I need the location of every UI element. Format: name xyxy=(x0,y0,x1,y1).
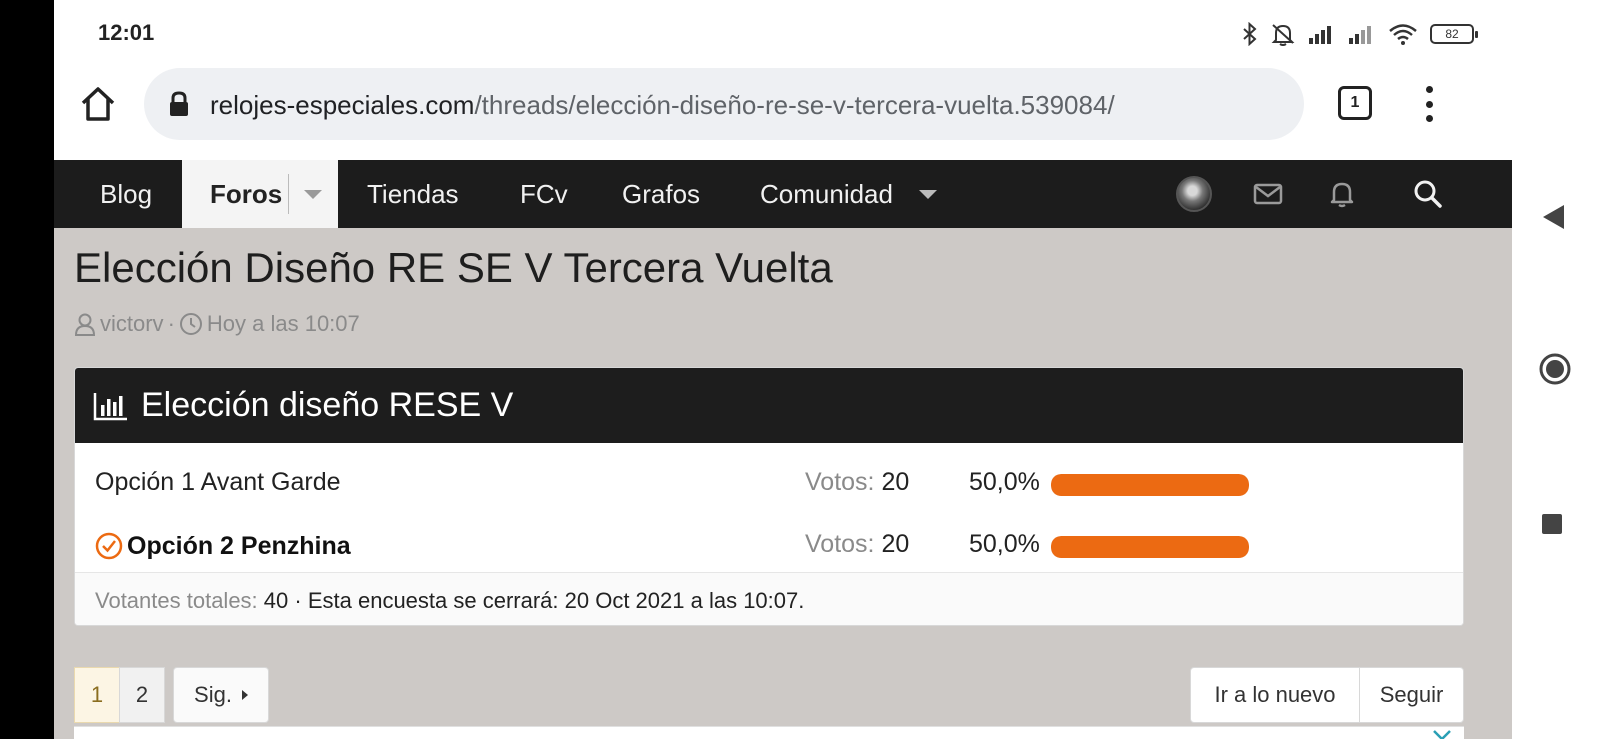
caret-right-icon xyxy=(241,690,248,700)
wifi-icon xyxy=(1389,24,1417,45)
total-voters-label: Votantes totales: xyxy=(95,588,258,613)
poll-footer: Votantes totales: 40 · Esta encuesta se … xyxy=(75,572,1463,625)
poll-option-votes: Votos: 20 xyxy=(805,530,909,559)
screen-edge-left xyxy=(0,0,54,739)
menu-dot xyxy=(1425,115,1433,122)
url-text: relojes-especiales.com/threads/elección-… xyxy=(210,90,1115,121)
next-page-label: Sig. xyxy=(194,682,232,707)
poll-block: Elección diseño RESE V Opción 1 Avant Ga… xyxy=(74,367,1464,626)
home-nav-button[interactable] xyxy=(1538,352,1572,386)
poll-option-text: Opción 2 Penzhina xyxy=(127,531,351,560)
signal-2-icon xyxy=(1349,26,1371,44)
nav-foros-label: Foros xyxy=(210,178,283,209)
poll-bar-fill xyxy=(1051,474,1249,496)
thread-actions: Ir a lo nuevo Seguir xyxy=(1190,667,1464,723)
battery-indicator: 82 xyxy=(1430,24,1478,44)
thread-date[interactable]: Hoy a las 10:07 xyxy=(207,311,360,337)
poll-option-bar xyxy=(1051,536,1249,558)
forum-nav: Blog Foros Tiendas FCv Grafos Comunidad xyxy=(54,160,1512,228)
next-page-button[interactable]: Sig. xyxy=(173,667,269,723)
messages-button[interactable] xyxy=(1248,160,1288,228)
poll-option-votes: Votos: 20 xyxy=(805,468,909,497)
url-domain: relojes-especiales.com xyxy=(210,90,475,120)
bell-icon xyxy=(1330,182,1354,208)
browser-menu-button[interactable] xyxy=(1416,86,1442,122)
nav-comunidad[interactable]: Comunidad xyxy=(760,160,937,228)
poll-close-text: · Esta encuesta se cerrará: 20 Oct 2021 … xyxy=(294,588,805,613)
avatar xyxy=(1176,176,1212,212)
home-icon xyxy=(81,87,115,121)
browser-toolbar: relojes-especiales.com/threads/elección-… xyxy=(54,60,1512,160)
chevron-down-icon xyxy=(918,189,937,199)
status-time: 12:01 xyxy=(98,20,155,45)
total-voters: 40 xyxy=(263,588,289,613)
votes-count: 20 xyxy=(881,530,910,558)
thread-author[interactable]: victorv xyxy=(100,311,164,337)
back-button[interactable] xyxy=(1538,202,1568,232)
check-circle-icon xyxy=(95,532,123,560)
follow-button[interactable]: Seguir xyxy=(1359,667,1464,723)
nav-divider xyxy=(288,174,289,214)
nav-blog[interactable]: Blog xyxy=(100,160,152,228)
recents-square-icon xyxy=(1542,514,1562,534)
poll-bar-fill xyxy=(1051,536,1249,558)
nav-comunidad-label: Comunidad xyxy=(760,178,893,209)
meta-separator: · xyxy=(167,311,175,336)
poll-option-bar xyxy=(1051,474,1249,496)
address-bar[interactable]: relojes-especiales.com/threads/elección-… xyxy=(144,68,1304,140)
user-icon xyxy=(74,313,96,336)
poll-option-percent: 50,0% xyxy=(969,468,1040,496)
url-path: /threads/elección-diseño-re-se-v-tercera… xyxy=(474,90,1115,120)
search-icon xyxy=(1414,180,1442,208)
chevron-down-icon[interactable] xyxy=(1432,729,1452,739)
bell-muted-icon xyxy=(1271,24,1295,46)
poll-option-label: Opción 2 Penzhina xyxy=(95,530,351,562)
poll-header: Elección diseño RESE V xyxy=(75,368,1463,443)
poll-option-percent: 50,0% xyxy=(969,530,1040,558)
browser-home-button[interactable] xyxy=(78,84,118,124)
pagination: 1 2 Sig. xyxy=(74,667,269,723)
page-2-button[interactable]: 2 xyxy=(119,667,165,723)
nav-fcv[interactable]: FCv xyxy=(520,160,568,228)
chevron-down-icon[interactable] xyxy=(304,190,322,199)
tab-switcher-button[interactable]: 1 xyxy=(1338,86,1372,120)
recents-button[interactable] xyxy=(1538,510,1566,538)
phone-screen: 12:01 82 relojes-especiales.com/threads/… xyxy=(54,0,1512,739)
nav-foros[interactable]: Foros xyxy=(182,160,338,228)
poll-summary: Votantes totales: 40 · Esta encuesta se … xyxy=(95,588,804,614)
back-icon xyxy=(1543,205,1564,229)
home-circle-icon xyxy=(1539,353,1571,385)
poll-option-label: Opción 1 Avant Garde xyxy=(95,468,341,496)
votes-count: 20 xyxy=(881,468,910,496)
alerts-button[interactable] xyxy=(1322,160,1362,228)
menu-dot xyxy=(1425,100,1433,108)
next-post-block xyxy=(74,726,1464,739)
signal-icon xyxy=(1309,26,1331,44)
status-bar: 12:01 82 xyxy=(54,0,1512,60)
bluetooth-icon xyxy=(1243,22,1257,46)
poll-option-row: Opción 1 Avant Garde Votos: 20 50,0% xyxy=(75,452,1463,512)
status-icons: 82 xyxy=(1242,20,1478,48)
clock-icon xyxy=(179,313,202,335)
go-to-new-button[interactable]: Ir a lo nuevo xyxy=(1190,667,1360,723)
poll-option-row: Opción 2 Penzhina Votos: 20 50,0% xyxy=(75,514,1463,574)
search-button[interactable] xyxy=(1408,160,1448,228)
nav-tiendas[interactable]: Tiendas xyxy=(367,160,459,228)
votes-label: Votos: xyxy=(805,530,875,558)
user-avatar-button[interactable] xyxy=(1174,160,1214,228)
poll-title: Elección diseño RESE V xyxy=(141,386,514,424)
bar-chart-icon xyxy=(93,392,127,420)
page-title: Elección Diseño RE SE V Tercera Vuelta xyxy=(74,244,833,291)
thread-meta: victorv · Hoy a las 10:07 xyxy=(74,310,360,338)
mail-icon xyxy=(1253,183,1283,205)
menu-dot xyxy=(1425,86,1433,93)
votes-label: Votos: xyxy=(805,468,875,496)
page-1-button[interactable]: 1 xyxy=(74,667,120,723)
lock-icon xyxy=(170,91,188,116)
nav-grafos[interactable]: Grafos xyxy=(622,160,700,228)
